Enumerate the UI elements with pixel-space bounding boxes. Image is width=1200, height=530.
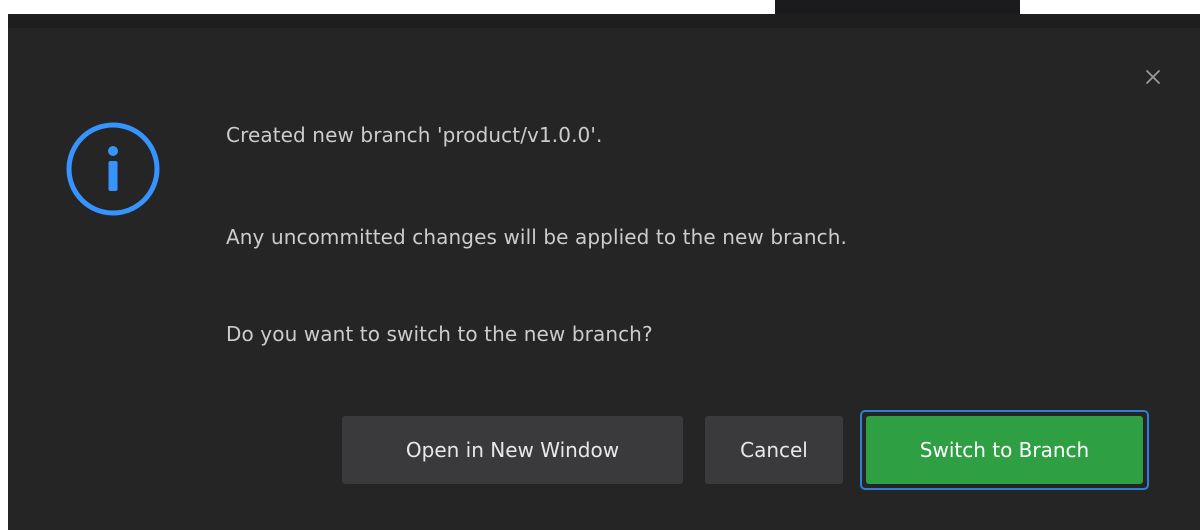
switch-to-branch-label: Switch to Branch	[866, 416, 1143, 484]
switch-to-branch-button[interactable]: Switch to Branch	[860, 410, 1149, 490]
close-button[interactable]	[1140, 64, 1166, 90]
message-branch-created: Created new branch 'product/v1.0.0'.	[226, 123, 603, 147]
message-switch-question: Do you want to switch to the new branch?	[226, 322, 653, 346]
close-icon	[1146, 70, 1160, 84]
info-icon	[66, 122, 160, 220]
top-strip-dark	[775, 0, 1020, 14]
open-in-new-window-button[interactable]: Open in New Window	[342, 416, 683, 484]
message-uncommitted-changes: Any uncommitted changes will be applied …	[226, 225, 847, 249]
dialog-top-band	[8, 14, 1200, 28]
left-edge	[0, 14, 8, 530]
cancel-button[interactable]: Cancel	[705, 416, 843, 484]
top-strip	[0, 0, 1200, 14]
